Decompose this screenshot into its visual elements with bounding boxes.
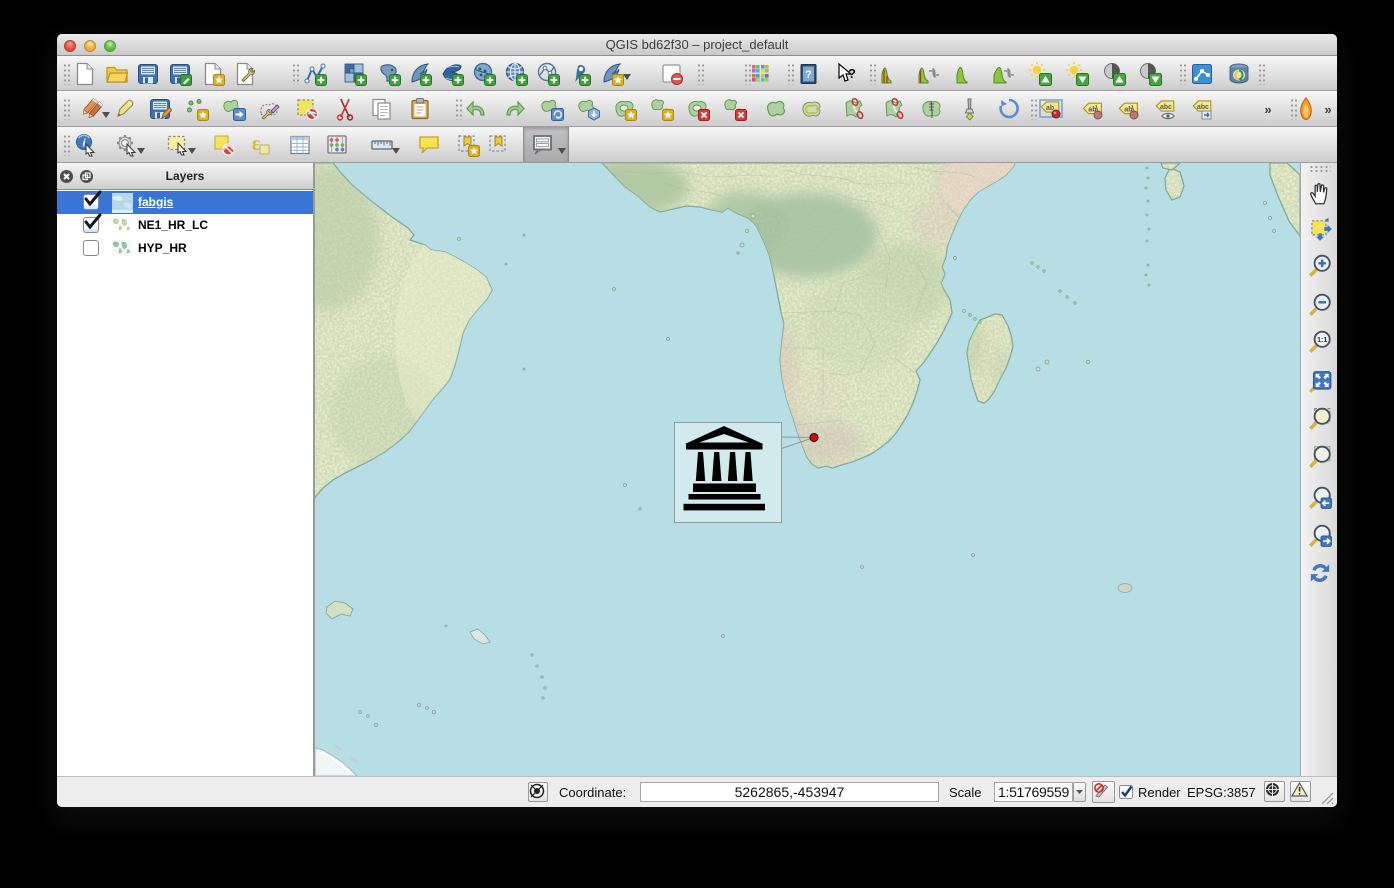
svg-text:ab: ab xyxy=(1046,105,1054,112)
svg-text:»: » xyxy=(1264,102,1271,117)
svg-text:?: ? xyxy=(805,69,812,81)
svg-text:1:1: 1:1 xyxy=(1317,337,1327,344)
svg-text:ε: ε xyxy=(252,133,261,155)
svg-text:abc: abc xyxy=(1197,104,1209,111)
svg-text:?: ? xyxy=(848,66,856,81)
svg-text:»: » xyxy=(1324,102,1331,117)
svg-text:abc: abc xyxy=(1160,104,1172,111)
